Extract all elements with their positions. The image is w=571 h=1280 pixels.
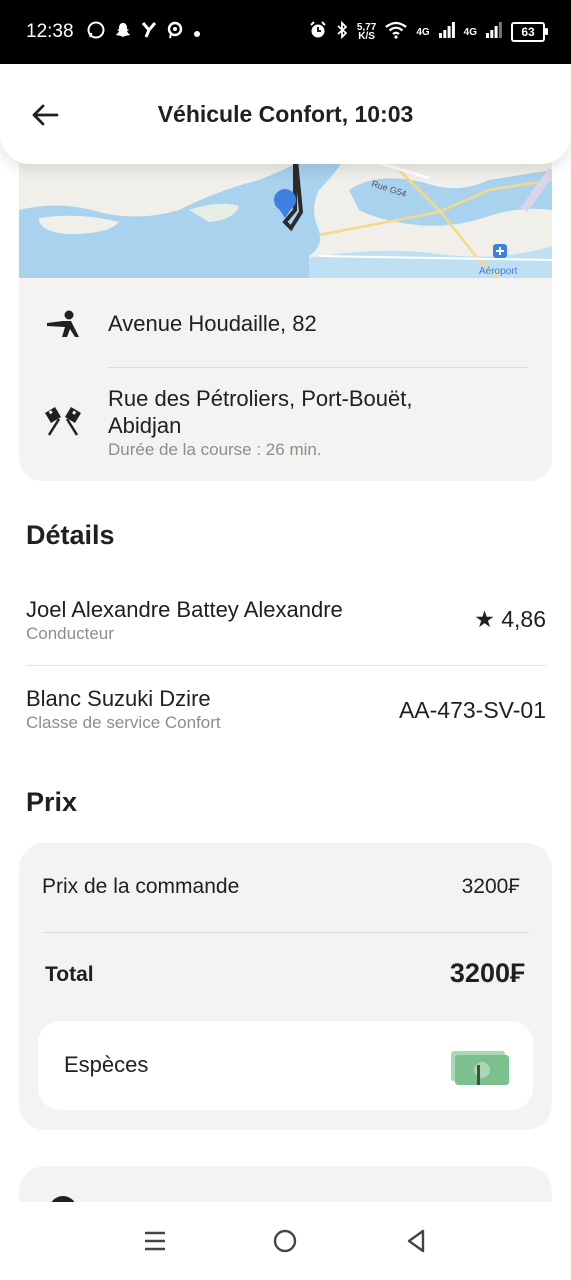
home-button[interactable] — [265, 1221, 305, 1261]
whatsapp-icon — [87, 21, 105, 44]
payment-method[interactable]: Espèces — [38, 1021, 533, 1110]
vehicle-name: Blanc Suzuki Dzire — [26, 686, 211, 711]
cash-banknote-icon — [449, 1047, 509, 1092]
order-price-value: 3200₣ — [461, 875, 520, 898]
driver-row[interactable]: Joel Alexandre Battey Alexandre Conducte… — [26, 597, 546, 667]
rating-value: 4,86 — [501, 606, 546, 632]
arrow-left-icon — [32, 104, 59, 126]
vehicle-class: Classe de service Confort — [26, 713, 221, 732]
destination-line2: Abidjan — [108, 413, 182, 438]
bluetooth-icon — [336, 20, 348, 44]
route-divider — [108, 367, 528, 368]
system-navigation-bar — [0, 1202, 571, 1280]
battery-indicator: 63 — [511, 22, 548, 42]
details-title: Détails — [26, 520, 115, 550]
route-map[interactable]: Rue G54 Aéroport — [19, 150, 552, 278]
destination-line1: Rue des Pétroliers, Port-Bouët, — [108, 386, 413, 411]
price-divider — [42, 932, 529, 933]
network-2-label: 4G — [463, 26, 477, 38]
back-button[interactable] — [28, 98, 62, 132]
signal-icon — [486, 21, 502, 43]
speed-unit: K/S — [358, 31, 375, 42]
driver-name: Joel Alexandre Battey Alexandre — [26, 597, 343, 622]
checkered-flags-icon — [43, 401, 83, 441]
alarm-icon — [309, 20, 327, 44]
trip-duration: Durée de la course : 26 min. — [108, 440, 322, 459]
total-label: Total — [45, 963, 94, 986]
network-speed: 5,77 K/S — [357, 23, 376, 42]
airport-icon — [493, 244, 507, 258]
destination-address: Rue des Pétroliers, Port-Bouët, Abidjan … — [108, 385, 412, 461]
recent-apps-button[interactable] — [135, 1221, 175, 1261]
pickup-address: Avenue Houdaille, 82 — [108, 311, 317, 336]
signal-icon — [438, 21, 455, 43]
payment-method-label: Espèces — [64, 1052, 149, 1077]
price-card: Prix de la commande 3200₣ Total 3200₣ Es… — [19, 843, 552, 1130]
license-plate: AA-473-SV-01 — [398, 697, 546, 723]
wifi-icon — [385, 21, 407, 44]
person-waving-icon — [43, 304, 83, 344]
total-value: 3200₣ — [449, 958, 525, 988]
status-bar: 12:38 5,77 K/S 4G 4G 63 — [0, 0, 571, 64]
page-title: Véhicule Confort, 10:03 — [157, 100, 414, 127]
route-card: Avenue Houdaille, 82 Rue des Pétroliers,… — [19, 278, 552, 481]
snapchat-icon — [114, 21, 132, 44]
price-title: Prix — [26, 787, 78, 817]
status-time: 12:38 — [26, 21, 74, 42]
details-divider — [26, 665, 546, 666]
star-icon: ★ — [474, 606, 495, 632]
chat-notification-icon — [166, 21, 184, 44]
back-nav-button[interactable] — [396, 1221, 436, 1261]
menu-icon — [145, 1231, 166, 1251]
dot-icon — [193, 22, 201, 43]
top-header: Véhicule Confort, 10:03 — [0, 64, 571, 164]
driver-role: Conducteur — [26, 624, 114, 643]
network-1-label: 4G — [416, 26, 430, 38]
app-notification-icon — [141, 21, 157, 44]
driver-rating: ★ 4,86 — [474, 606, 546, 633]
map-airport-label: Aéroport — [479, 266, 518, 277]
vehicle-row[interactable]: Blanc Suzuki Dzire Classe de service Con… — [26, 686, 546, 756]
circle-home-icon — [274, 1229, 297, 1253]
order-price-label: Prix de la commande — [42, 875, 240, 898]
triangle-back-icon — [407, 1229, 425, 1253]
